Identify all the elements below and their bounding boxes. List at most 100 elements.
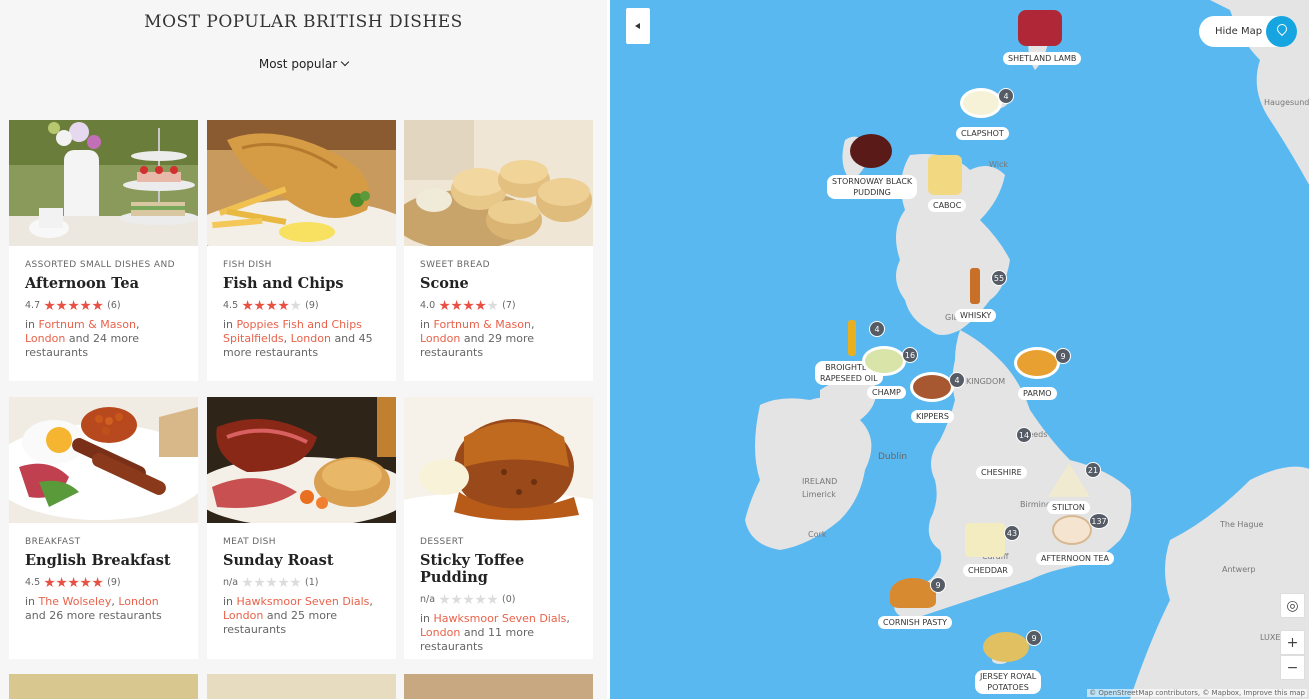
- rating-value: n/a: [420, 594, 436, 605]
- shetland-lamb-marker[interactable]: [1018, 10, 1062, 46]
- marker-label[interactable]: CORNISH PASTY: [878, 616, 953, 629]
- champ-marker[interactable]: [862, 346, 906, 376]
- dish-image[interactable]: [404, 120, 593, 246]
- stornoway-black-pudding-marker[interactable]: [850, 134, 892, 168]
- star-icon: [463, 594, 474, 605]
- dish-name[interactable]: Sunday Roast: [223, 552, 380, 569]
- marker-label[interactable]: PARMO: [1018, 387, 1057, 400]
- city-link[interactable]: London: [118, 595, 158, 608]
- zoom-in-button[interactable]: +: [1280, 630, 1305, 655]
- city-link[interactable]: London: [25, 332, 65, 345]
- marker-label[interactable]: CABOC: [928, 199, 967, 212]
- marker-label[interactable]: CLAPSHOT: [956, 127, 1009, 140]
- marker-label[interactable]: STORNOWAY BLACK PUDDING: [827, 175, 918, 199]
- parmo-marker[interactable]: [1014, 347, 1060, 379]
- clapshot-marker[interactable]: [960, 88, 1002, 118]
- restaurant-link[interactable]: Hawksmoor Seven Dials: [237, 595, 370, 608]
- dish-category: DESSERT: [420, 537, 464, 547]
- place-label: IRELAND: [802, 477, 838, 486]
- marker-label[interactable]: AFTERNOON TEA: [1036, 552, 1114, 565]
- rating-value: 4.7: [25, 300, 41, 311]
- rating-count: (9): [107, 577, 121, 588]
- dish-image[interactable]: [404, 397, 593, 523]
- marker-label[interactable]: CHEDDAR: [963, 564, 1013, 577]
- dish-locations: in Hawksmoor Seven Dials, London and 25 …: [223, 595, 373, 636]
- marker-label[interactable]: CHESHIRE: [976, 466, 1027, 479]
- dish-card[interactable]: MEAT DISH Sunday Roast n/a (1) in Hawksm…: [207, 397, 396, 659]
- place-label: Wick: [989, 160, 1008, 169]
- city-link[interactable]: London: [420, 332, 460, 345]
- marker-label[interactable]: STILTON: [1047, 501, 1090, 514]
- dish-card[interactable]: FISH DISH Fish and Chips 4.5 (9) in Popp…: [207, 120, 396, 381]
- place-label: Limerick: [802, 490, 836, 499]
- caboc-marker[interactable]: [928, 155, 962, 195]
- star-icon: [68, 577, 79, 588]
- restaurant-link[interactable]: The Wolseley: [39, 595, 112, 608]
- dish-card[interactable]: [9, 674, 198, 699]
- marker-label[interactable]: KIPPERS: [911, 410, 954, 423]
- marker-label[interactable]: SHETLAND LAMB: [1003, 52, 1082, 65]
- dish-name[interactable]: Afternoon Tea: [25, 275, 182, 292]
- dish-name[interactable]: Sticky Toffee Pudding: [420, 552, 577, 586]
- rating-count: (0): [502, 594, 516, 605]
- cheddar-marker[interactable]: [965, 523, 1005, 557]
- hide-map-button[interactable]: Hide Map: [1199, 16, 1297, 47]
- star-icon: [487, 300, 498, 311]
- collapse-panel-button[interactable]: [626, 8, 650, 44]
- star-icon: [439, 594, 450, 605]
- dish-name[interactable]: Fish and Chips: [223, 275, 380, 292]
- marker-count: 21: [1085, 462, 1101, 478]
- zoom-out-button[interactable]: −: [1280, 655, 1305, 680]
- marker-count: 4: [869, 321, 885, 337]
- afternoon-tea-marker[interactable]: [1052, 515, 1092, 545]
- sort-label: Most popular: [258, 57, 338, 71]
- whisky-marker[interactable]: [970, 268, 980, 304]
- dish-name[interactable]: English Breakfast: [25, 552, 182, 569]
- dish-image[interactable]: [207, 397, 396, 523]
- marker-count: 137: [1089, 513, 1109, 529]
- dish-rating: n/a (1): [223, 577, 380, 588]
- city-link[interactable]: London: [420, 626, 460, 639]
- dish-card[interactable]: SWEET BREAD Scone 4.0 (7) in Fortnum & M…: [404, 120, 593, 381]
- map-attribution[interactable]: © OpenStreetMap contributors, © Mapbox, …: [1087, 689, 1307, 697]
- dish-locations: in Fortnum & Mason, London and 24 more r…: [25, 318, 140, 359]
- dish-category: MEAT DISH: [223, 537, 276, 547]
- place-label: Haugesund: [1264, 98, 1309, 107]
- star-icon: [451, 594, 462, 605]
- jersey-royal-potatoes-marker[interactable]: [983, 632, 1029, 662]
- marker-label[interactable]: WHISKY: [955, 309, 997, 322]
- sort-dropdown[interactable]: Most popular: [0, 57, 607, 71]
- kippers-marker[interactable]: [910, 372, 954, 402]
- dish-image[interactable]: [207, 120, 396, 246]
- star-icon: [278, 300, 289, 311]
- dish-card[interactable]: [404, 674, 593, 699]
- marker-label[interactable]: CHAMP: [867, 386, 906, 399]
- restaurant-link[interactable]: Fortnum & Mason: [39, 318, 136, 331]
- cornish-pasty-marker[interactable]: [890, 578, 936, 608]
- star-icon: [278, 577, 289, 588]
- dish-card[interactable]: ASSORTED SMALL DISHES AND Afternoon Tea …: [9, 120, 198, 381]
- dish-image[interactable]: [9, 120, 198, 246]
- marker-label[interactable]: JERSEY ROYAL POTATOES: [975, 670, 1042, 694]
- marker-count: 43: [1004, 525, 1020, 541]
- dish-card[interactable]: DESSERT Sticky Toffee Pudding n/a (0) in…: [404, 397, 593, 659]
- place-label: KINGDOM: [966, 377, 1006, 386]
- dish-card[interactable]: BREAKFAST English Breakfast 4.5 (9) in T…: [9, 397, 198, 659]
- dish-locations: in The Wolseley, London and 26 more rest…: [25, 595, 162, 622]
- locate-button[interactable]: ◎: [1280, 593, 1305, 618]
- marker-count[interactable]: 14: [1016, 427, 1032, 443]
- city-link[interactable]: London: [291, 332, 331, 345]
- chevron-down-icon: [340, 57, 350, 67]
- star-icon: [44, 300, 55, 311]
- dish-card[interactable]: [207, 674, 396, 699]
- city-link[interactable]: London: [223, 609, 263, 622]
- map-panel[interactable]: Hide Map Wick KINGDOM Leeds Dublin IRELA…: [607, 0, 1309, 699]
- dish-rating: n/a (0): [420, 594, 577, 605]
- dish-category: FISH DISH: [223, 260, 272, 270]
- dish-image[interactable]: [9, 397, 198, 523]
- restaurant-link[interactable]: Hawksmoor Seven Dials: [434, 612, 567, 625]
- dish-rating: 4.5 (9): [25, 577, 182, 588]
- broighter-rapeseed-oil-marker[interactable]: [848, 320, 856, 356]
- restaurant-link[interactable]: Fortnum & Mason: [434, 318, 531, 331]
- dish-name[interactable]: Scone: [420, 275, 577, 292]
